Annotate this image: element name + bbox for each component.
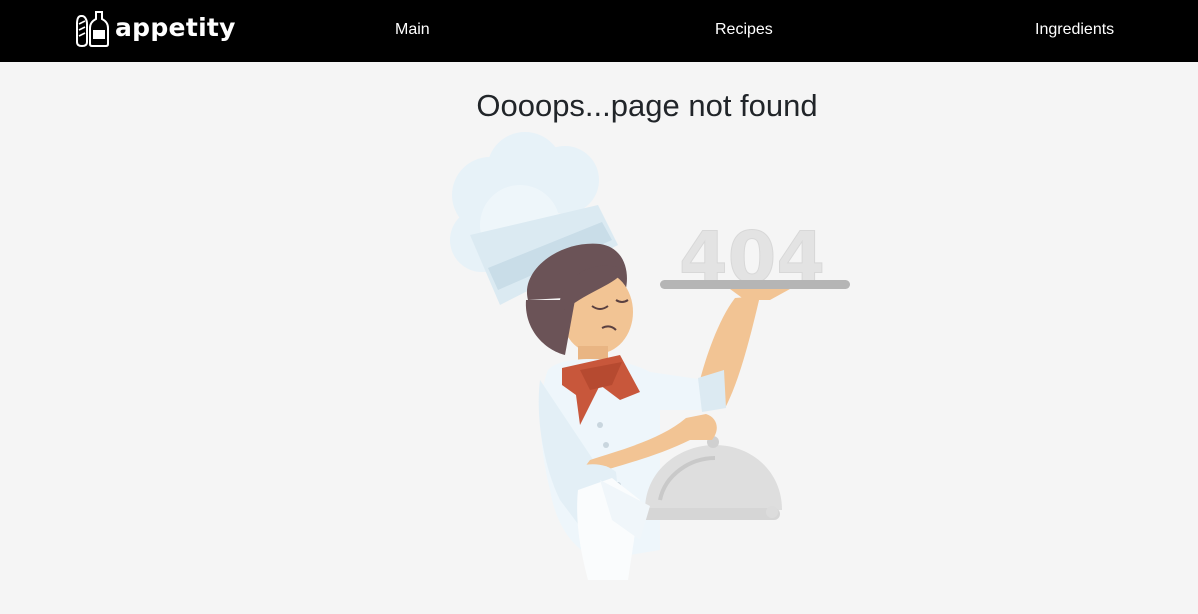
chef-raised-arm <box>698 296 760 412</box>
nav-link-ingredients[interactable]: Ingredients <box>1035 20 1114 40</box>
logo-text: appetity <box>115 13 236 42</box>
navbar: appetity Main Recipes Ingredients <box>0 0 1198 62</box>
nav-link-recipes[interactable]: Recipes <box>715 20 773 40</box>
nav-link-main[interactable]: Main <box>395 20 430 40</box>
page-title: Oooops...page not found <box>476 88 818 123</box>
logo-link[interactable]: appetity <box>76 10 236 48</box>
bread-bottle-logo-icon <box>76 11 109 48</box>
chef-404-illustration: 404 <box>450 132 850 580</box>
